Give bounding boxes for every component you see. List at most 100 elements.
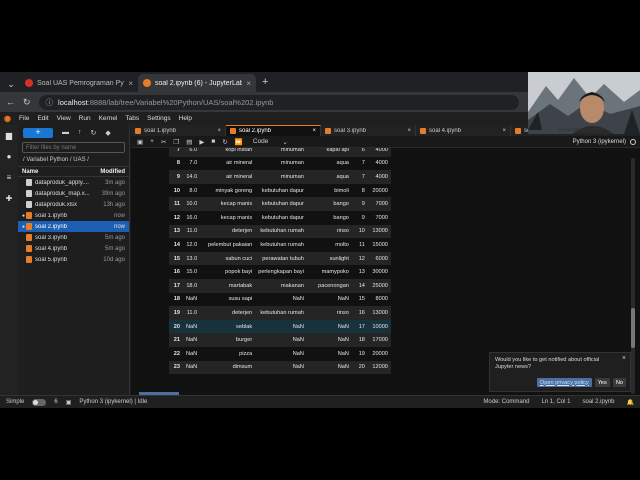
kernel-status-icon (630, 138, 636, 145)
kernel-indicator[interactable]: Python 3 (ipykernel) (573, 138, 636, 145)
table-cell: minyak goreng (215, 187, 253, 194)
menu-file[interactable]: File (19, 115, 29, 122)
address-bar[interactable]: ⓘ localhost:8888/lab/tree/Variabel%20Pyt… (38, 94, 519, 110)
scrollbar-thumb[interactable] (631, 308, 635, 348)
upload-icon[interactable]: ↑ (78, 129, 82, 136)
close-icon[interactable]: × (502, 128, 506, 134)
menu-help[interactable]: Help (179, 115, 192, 122)
browser-tab-pdf[interactable]: Soal UAS Pemrograman Python.p × (20, 74, 138, 92)
notebook-icon (26, 234, 32, 241)
menu-tabs[interactable]: Tabs (125, 115, 139, 122)
table-cell: 10.0 (183, 197, 201, 211)
notebook-tab[interactable]: soal 1.ipynb × (131, 125, 226, 136)
bell-icon[interactable]: 🔔 (627, 399, 634, 406)
new-tab-icon[interactable]: + (256, 76, 274, 88)
table-cell: 8.0 (189, 187, 198, 194)
file-icon (26, 201, 32, 208)
table-row: 10 8.0 minyak goreng kebutuhan dapur bimoli 8… (169, 184, 391, 198)
table-cell: sabun cuci (200, 251, 256, 266)
table-cell: 11.0 (183, 224, 201, 239)
paste-icon[interactable]: ▤ (186, 138, 192, 146)
reload-icon[interactable]: ↻ (23, 97, 31, 108)
menu-settings[interactable]: Settings (147, 115, 171, 122)
menu-edit[interactable]: Edit (37, 115, 48, 122)
table-cell: NaN (183, 319, 201, 334)
file-list-item[interactable]: dataproduk_apply.... 3m ago (18, 177, 129, 188)
tab-search-icon[interactable]: ⌄ (2, 76, 20, 92)
column-name[interactable]: Name (22, 169, 38, 175)
toc-icon[interactable]: ≡ (7, 173, 12, 182)
file-modified: 10d ago (103, 256, 125, 263)
close-icon[interactable]: × (128, 79, 133, 88)
cursor-position[interactable]: Ln 1, Col 1 (541, 399, 570, 406)
file-filter-input[interactable]: Filter files by name (22, 142, 125, 153)
yes-button[interactable]: Yes (594, 378, 610, 387)
notebook-icon (135, 127, 141, 134)
file-list-item[interactable]: soal 3.ipynb 5m ago (18, 232, 129, 243)
git-icon[interactable]: ◆ (105, 129, 110, 137)
close-icon[interactable]: × (622, 355, 626, 362)
file-list-item[interactable]: dataproduk.xlsx 13h ago (18, 199, 129, 210)
extensions-icon[interactable]: ✚ (6, 194, 13, 203)
file-list-item[interactable]: dataproduk_map.x... 39m ago (18, 188, 129, 199)
table-cell: 4000 (367, 148, 391, 157)
file-list-header: Name Modified (18, 166, 129, 177)
file-modified: now (113, 223, 125, 230)
file-list-item[interactable]: ● soal 1.ipynb now (18, 210, 129, 221)
notebook-tab[interactable]: soal 4.ipynb × (416, 125, 511, 136)
file-list-item[interactable]: soal 4.ipynb 5m ago (18, 243, 129, 254)
notebook-icon (420, 127, 426, 134)
insert-cell-icon[interactable]: + (150, 138, 154, 145)
table-cell: NaN (306, 319, 352, 334)
file-icon (26, 190, 32, 197)
close-icon[interactable]: × (312, 128, 316, 134)
refresh-icon[interactable]: ↻ (91, 129, 97, 137)
site-info-icon[interactable]: ⓘ (46, 97, 54, 108)
copy-icon[interactable]: ❐ (173, 138, 179, 146)
notebook-tab[interactable]: soal 3.ipynb × (321, 125, 416, 136)
cut-icon[interactable]: ✂ (161, 138, 166, 146)
table-cell: 7.0 (189, 160, 198, 167)
save-icon[interactable]: ▣ (137, 138, 143, 146)
notebook-icon (325, 127, 331, 134)
table-cell: molto (335, 241, 349, 248)
file-list-item[interactable]: soal 5.ipynb 10d ago (18, 254, 129, 265)
menu-run[interactable]: Run (79, 115, 91, 122)
close-icon[interactable]: × (246, 79, 251, 88)
table-cell: minuman (280, 160, 304, 167)
file-browser-toolbar: + ▬ ↑ ↻ ◆ (18, 125, 129, 140)
privacy-policy-link[interactable]: Open privacy policy (536, 378, 592, 387)
row-index: 17 (169, 278, 183, 293)
browser-tab-jupyter[interactable]: soal 2.ipynb (6) - JupyterLab × (138, 74, 256, 92)
close-icon[interactable]: × (407, 128, 411, 134)
vertical-scrollbar[interactable] (631, 158, 635, 394)
table-cell: 13 (358, 269, 365, 276)
menu-view[interactable]: View (57, 115, 71, 122)
kernel-status[interactable]: Python 3 (ipykernel) | Idle (79, 399, 147, 405)
menu-kernel[interactable]: Kernel (99, 115, 118, 122)
cell-type-select[interactable]: Code ⌄ (253, 138, 288, 146)
back-icon[interactable]: ← (6, 97, 15, 107)
no-button[interactable]: No (612, 378, 626, 387)
new-launcher-button[interactable]: + (23, 127, 53, 138)
notebook-tab[interactable]: soal 2.ipynb × (226, 125, 321, 136)
breadcrumb[interactable]: / Variabel Python / UAS / (18, 155, 129, 165)
left-activity-bar: ▆ ● ≡ ✚ (0, 125, 18, 395)
dataframe-table: 7 6.0 kopi instan minuman kapal api 6 4000 8 7.0… (169, 148, 391, 375)
table-cell: 30000 (372, 269, 388, 276)
table-cell: NaN (255, 333, 307, 347)
stop-icon[interactable]: ■ (211, 138, 215, 145)
table-cell: aqua (336, 160, 349, 167)
run-all-icon[interactable]: ⏩ (235, 138, 243, 146)
simple-mode-toggle[interactable] (32, 398, 47, 406)
new-folder-icon[interactable]: ▬ (62, 129, 69, 136)
column-modified[interactable]: Modified (100, 169, 125, 175)
run-icon[interactable]: ▶ (199, 138, 204, 146)
file-list-item[interactable]: ● soal 2.ipynb now (18, 221, 129, 232)
table-cell: NaN (292, 296, 304, 303)
close-icon[interactable]: × (217, 128, 221, 134)
restart-icon[interactable]: ↻ (222, 138, 227, 146)
row-index: 8 (176, 160, 180, 167)
running-icon[interactable]: ● (7, 152, 12, 161)
folder-icon[interactable]: ▆ (6, 131, 12, 140)
